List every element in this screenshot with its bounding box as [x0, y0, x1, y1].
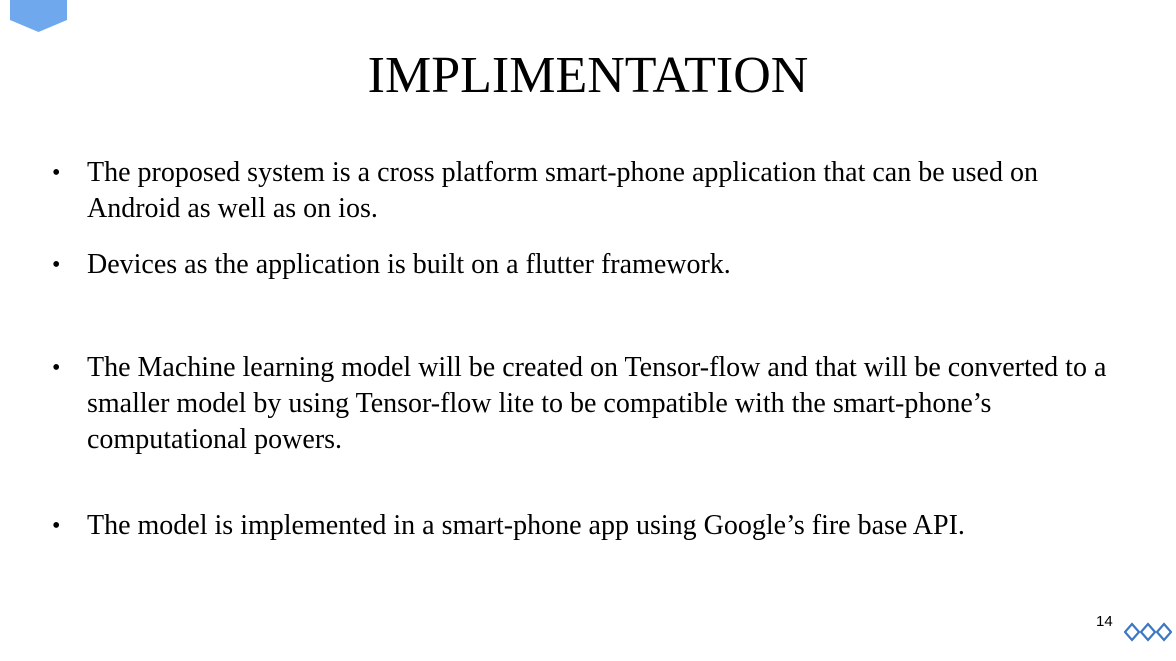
page-number: 14: [1096, 613, 1113, 630]
bullet-text: Devices as the application is built on a…: [87, 249, 731, 280]
slide-title: IMPLIMENTATION: [367, 47, 809, 104]
three-diamonds-icon: [1124, 622, 1172, 642]
bullet-marker: •: [52, 355, 61, 381]
slide: IMPLIMENTATION • The proposed system is …: [0, 0, 1176, 661]
bullet-marker: •: [52, 252, 61, 278]
bullet-text: The Machine learning model will be creat…: [87, 352, 1107, 455]
bullet-text: The proposed system is a cross platform …: [87, 157, 1038, 224]
bullet-marker: •: [52, 513, 61, 539]
corner-tab-icon: [10, 0, 67, 32]
bullet-text: The model is implemented in a smart-phon…: [87, 510, 965, 541]
bullet-marker: •: [52, 160, 61, 186]
